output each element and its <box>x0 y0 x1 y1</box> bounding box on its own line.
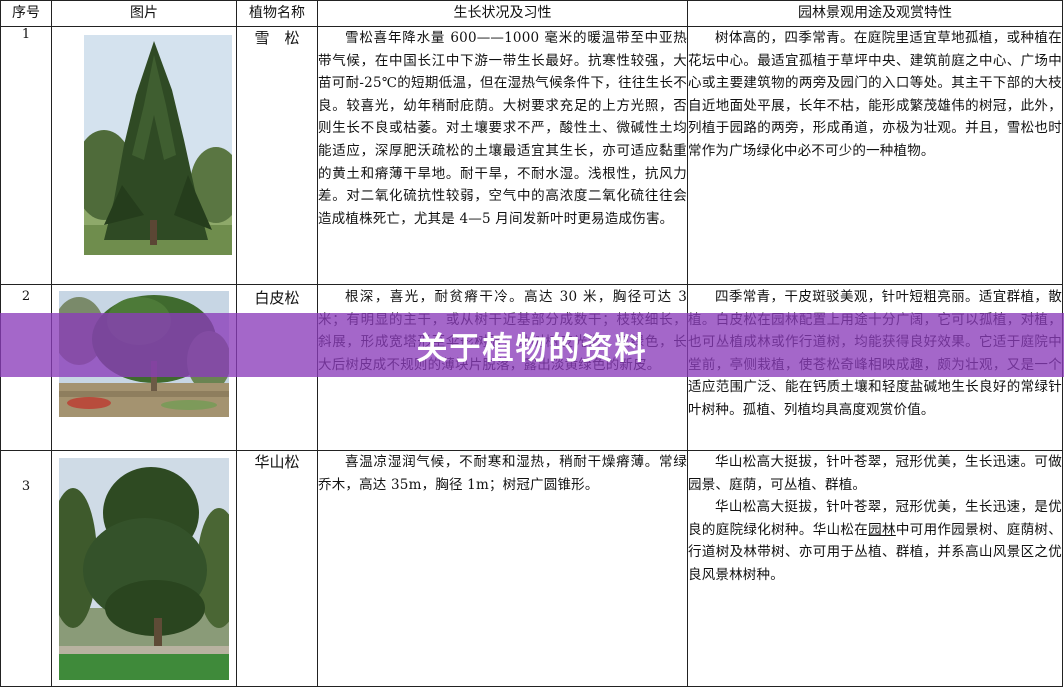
header-image: 图片 <box>51 0 237 27</box>
plant-photo-cell <box>51 450 237 687</box>
header-landscape: 园林景观用途及观赏特性 <box>687 0 1063 27</box>
landscape-use-text: 华山松高大挺拔，针叶苍翠，冠形优美，生长迅速。可做园景、庭荫，可丛植、群植。 华… <box>687 450 1063 687</box>
plant-name: 华山松 <box>236 450 318 687</box>
landscape-paragraph: 华山松高大挺拔，针叶苍翠，冠形优美，生长迅速。可做园景、庭荫，可丛植、群植。 <box>688 454 1062 493</box>
growth-habit-text: 喜温凉湿润气候，不耐寒和湿热，稍耐干燥瘠薄。常绿乔木，高达 35m，胸径 1m；… <box>317 450 688 687</box>
header-index: 序号 <box>0 0 52 27</box>
garden-link[interactable]: 园林 <box>868 522 896 538</box>
armand-pine-image <box>59 458 229 680</box>
plant-name: 雪 松 <box>236 26 318 285</box>
landscape-paragraph-2: 华山松高大挺拔，针叶苍翠，冠形优美，生长迅速，是优良的庭院绿化树种。华山松在园林… <box>689 496 1062 586</box>
plant-photo-cell <box>51 26 237 285</box>
row-index: 1 <box>0 26 52 285</box>
header-name: 植物名称 <box>236 0 318 27</box>
header-growth: 生长状况及习性 <box>317 0 688 27</box>
growth-paragraph: 雪松喜年降水量 600——1000 毫米的暖温带至中亚热带气候，在中国长江中下游… <box>318 30 687 227</box>
table-header-row: 序号 图片 植物名称 生长状况及习性 园林景观用途及观赏特性 <box>0 0 1063 27</box>
growth-habit-text: 雪松喜年降水量 600——1000 毫米的暖温带至中亚热带气候，在中国长江中下游… <box>317 26 688 285</box>
table-row: 3 华山松 喜温凉湿润气候，不耐寒和湿热，稍耐干燥瘠薄。常绿乔木，高达 35m，… <box>0 450 1063 687</box>
growth-paragraph: 喜温凉湿润气候，不耐寒和湿热，稍耐干燥瘠薄。常绿乔木，高达 35m，胸径 1m；… <box>318 454 687 493</box>
landscape-paragraph: 树体高的，四季常青。在庭院里适宜草地孤植，或种植在花坛中心。最适宜孤植于草坪中央… <box>688 30 1062 159</box>
row-index: 3 <box>0 450 52 687</box>
table-row: 1 雪 松 雪松喜年降水量 600——1000 毫米的暖温带至中亚热带气候，在中… <box>0 26 1063 285</box>
landscape-use-text: 树体高的，四季常青。在庭院里适宜草地孤植，或种植在花坛中心。最适宜孤植于草坪中央… <box>687 26 1063 285</box>
title-banner: 关于植物的资料 <box>0 313 1064 377</box>
cedar-tree-image <box>84 35 232 255</box>
banner-title: 关于植物的资料 <box>416 330 648 367</box>
